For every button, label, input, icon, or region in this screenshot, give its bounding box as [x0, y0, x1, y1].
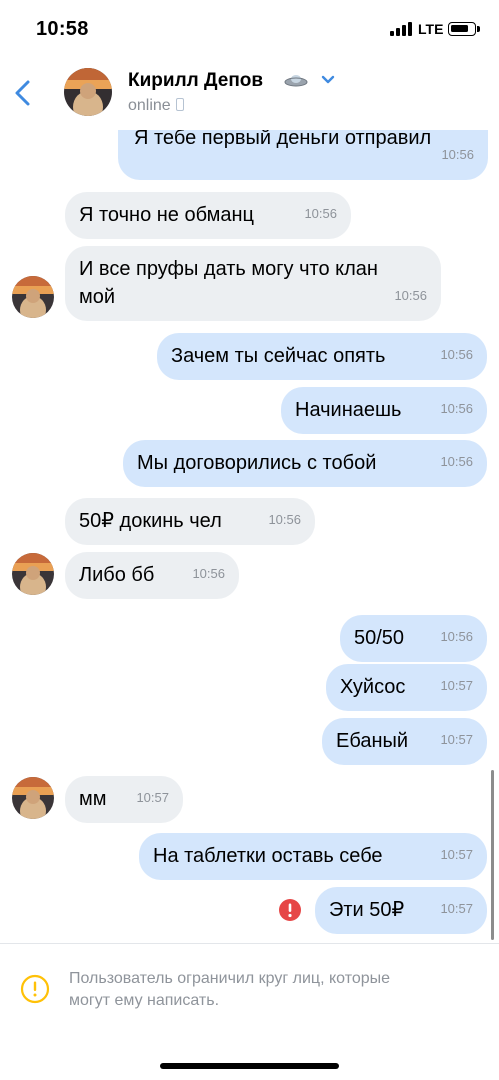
message-bubble-outgoing[interactable]: Мы договорились с тобой 10:56 — [123, 440, 487, 487]
message-bubble-incoming[interactable]: Я точно не обманц 10:56 — [65, 192, 351, 239]
message-bubble-outgoing[interactable]: Начинаешь 10:56 — [281, 387, 487, 434]
message-time: 10:56 — [268, 512, 301, 527]
message-time: 10:56 — [441, 147, 474, 162]
message-time: 10:57 — [440, 678, 473, 693]
notice-line: Пользователь ограничил круг лиц, которые — [69, 970, 391, 987]
avatar[interactable] — [12, 276, 54, 318]
message-time: 10:57 — [440, 732, 473, 747]
message-bubble-incoming[interactable]: Либо бб 10:56 — [65, 552, 239, 599]
message-text: Я точно не обманц — [79, 204, 254, 226]
contact-name[interactable]: Кирилл Депов — [128, 70, 263, 92]
chevron-down-icon[interactable] — [320, 74, 336, 86]
divider — [0, 943, 499, 944]
ufo-icon — [284, 75, 308, 87]
message-time: 10:56 — [440, 454, 473, 469]
message-bubble-outgoing[interactable]: Эти 50₽ 10:57 — [315, 887, 487, 934]
message-bubble-outgoing[interactable]: На таблетки оставь себе 10:57 — [139, 833, 487, 880]
chat-header: Кирилл Депов online — [0, 56, 499, 130]
notice-line: могут ему написать. — [69, 992, 220, 1009]
avatar[interactable] — [12, 553, 54, 595]
avatar[interactable] — [64, 68, 112, 116]
message-time: 10:56 — [394, 288, 427, 303]
message-time: 10:57 — [136, 790, 169, 805]
message-time: 10:56 — [192, 566, 225, 581]
message-text-line: мой — [79, 286, 116, 308]
message-bubble-incoming[interactable]: И все пруфы дать могу что клан мой 10:56 — [65, 246, 441, 321]
message-time: 10:57 — [440, 847, 473, 862]
message-time: 10:56 — [304, 206, 337, 221]
scrollbar[interactable] — [491, 770, 494, 940]
error-icon[interactable] — [279, 899, 301, 921]
message-time: 10:57 — [440, 901, 473, 916]
message-bubble-outgoing[interactable]: Зачем ты сейчас опять 10:56 — [157, 333, 487, 380]
message-bubble-outgoing[interactable]: Хуйсос 10:57 — [326, 664, 487, 711]
back-icon[interactable] — [10, 76, 40, 110]
home-indicator[interactable] — [160, 1063, 339, 1069]
warning-icon — [20, 974, 50, 1004]
message-bubble-incoming[interactable]: 50₽ докинь чел 10:56 — [65, 498, 315, 545]
message-time: 10:56 — [440, 629, 473, 644]
online-status-text: online — [128, 97, 171, 114]
phone-icon — [175, 98, 184, 111]
restriction-notice: Пользователь ограничил круг лиц, которые… — [69, 968, 479, 1012]
avatar[interactable] — [12, 777, 54, 819]
message-bubble-outgoing[interactable]: Ебаный 10:57 — [322, 718, 487, 765]
message-time: 10:56 — [440, 401, 473, 416]
message-text: Зачем ты сейчас опять — [171, 345, 386, 367]
message-text: Мы договорились с тобой — [137, 452, 377, 474]
message-time: 10:56 — [440, 347, 473, 362]
message-bubble-outgoing[interactable]: 50/50 10:56 — [340, 615, 487, 662]
message-list[interactable]: Я тебе первый деньги отправил 10:56 Я то… — [0, 0, 499, 940]
message-text: На таблетки оставь себе — [153, 845, 383, 867]
message-bubble-incoming[interactable]: мм 10:57 — [65, 776, 183, 823]
online-status: online — [128, 97, 184, 115]
message-text-line: И все пруфы дать могу что клан — [79, 258, 378, 280]
